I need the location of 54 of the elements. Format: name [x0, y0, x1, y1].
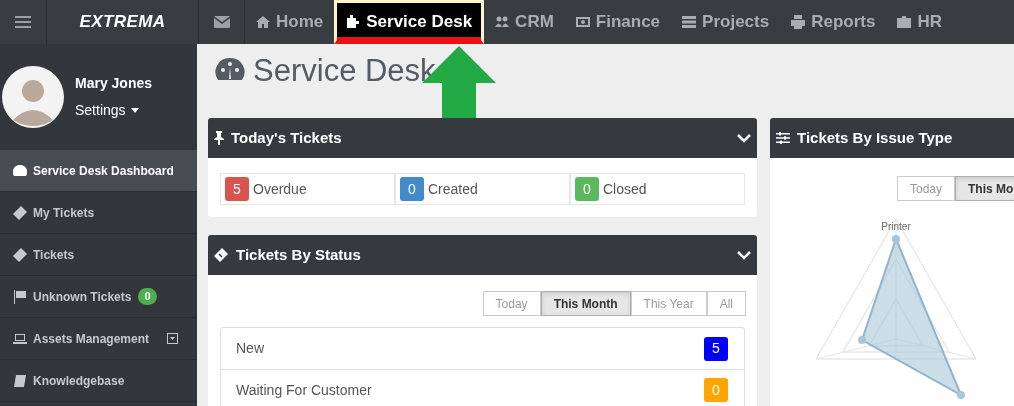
- settings-dropdown[interactable]: Settings: [75, 100, 153, 121]
- filter-button[interactable]: This Month: [540, 291, 631, 316]
- briefcase-icon: [897, 15, 912, 29]
- nav-tab[interactable]: Home: [245, 0, 335, 44]
- nav-tab[interactable]: Finance: [564, 0, 672, 44]
- sidebar-item[interactable]: My Tickets: [0, 192, 197, 234]
- pin-icon: [214, 131, 224, 145]
- nav-tab[interactable]: HR: [886, 0, 953, 44]
- nav-tab[interactable]: Reports: [780, 0, 887, 44]
- book-icon: [13, 373, 27, 388]
- sidebar-item[interactable]: Tickets: [0, 234, 197, 276]
- count-badge: 0: [575, 177, 599, 201]
- count-badge: 0: [400, 177, 424, 201]
- nav-tab[interactable]: Projects: [671, 0, 781, 44]
- stat-label: Overdue: [253, 179, 307, 199]
- sliders-icon: [776, 132, 790, 144]
- home-icon: [256, 15, 270, 29]
- logo[interactable]: EXTREMA: [79, 9, 166, 35]
- ticket-icon: [13, 247, 27, 262]
- panel-title: Tickets By Issue Type: [797, 127, 953, 148]
- nav-tab[interactable]: Service Desk: [334, 0, 485, 44]
- users-icon: [495, 15, 510, 29]
- chevron-down-icon[interactable]: [737, 133, 751, 143]
- nav-tab[interactable]: CRM: [484, 0, 565, 44]
- bars-icon: [682, 15, 697, 29]
- printer-icon: [791, 15, 806, 29]
- panel-title: Today's Tickets: [231, 127, 342, 148]
- count-badge: 0: [138, 288, 157, 305]
- panel-title: Tickets By Status: [236, 244, 361, 265]
- sidebar-item[interactable]: Knowledgebase: [0, 360, 197, 402]
- status-label: New: [236, 339, 264, 358]
- flag-icon: [13, 289, 27, 304]
- status-label: Waiting For Customer: [236, 380, 372, 400]
- page-title: Service Desk: [253, 51, 436, 90]
- sidebar-item[interactable]: Unknown Tickets 0: [0, 276, 197, 318]
- laptop-icon: [13, 331, 27, 346]
- stat-label: Closed: [603, 179, 647, 199]
- ticket-icon: [214, 248, 228, 262]
- caret-icon: [130, 108, 139, 113]
- dropdown-icon[interactable]: [167, 333, 179, 344]
- ticket-icon: [13, 205, 27, 220]
- puzzle-icon: [346, 14, 361, 29]
- count-badge: 0: [704, 378, 728, 402]
- user-name: Mary Jones: [75, 74, 153, 93]
- avatar: [2, 66, 64, 128]
- axis-label: Printer: [881, 221, 911, 232]
- stat-label: Created: [428, 179, 478, 199]
- banknote-icon: [575, 15, 590, 29]
- count-badge: 5: [225, 177, 249, 201]
- sidebar-item[interactable]: Assets Management: [0, 318, 197, 360]
- count-badge: 5: [704, 336, 728, 361]
- chevron-down-icon[interactable]: [737, 250, 751, 260]
- filter-button[interactable]: This Mo: [955, 176, 1014, 201]
- sidebar-item[interactable]: Service Desk Dashboard: [0, 150, 197, 192]
